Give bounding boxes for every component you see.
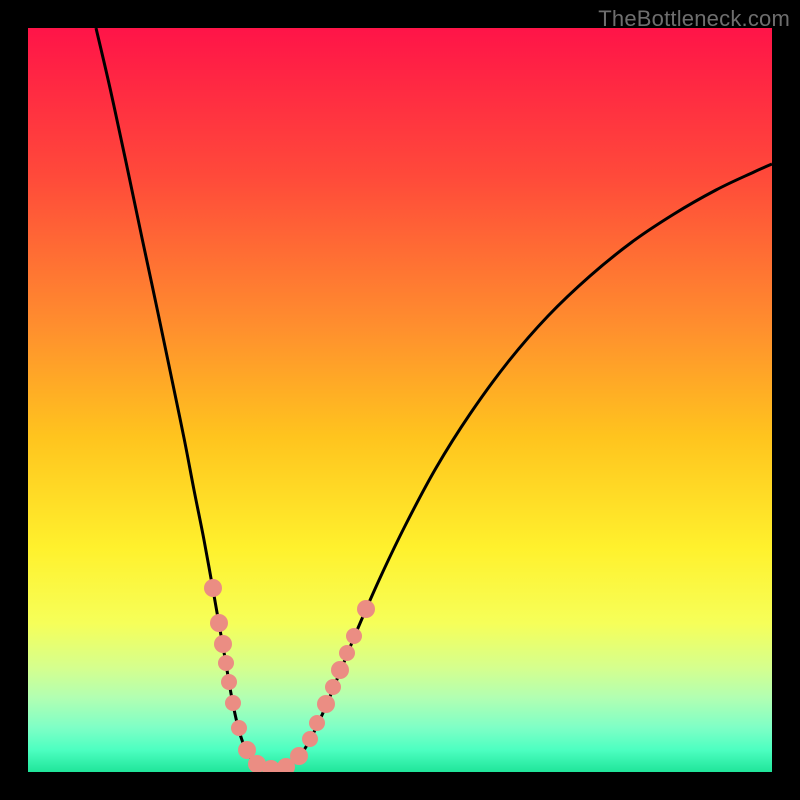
data-marker <box>225 695 241 711</box>
data-marker <box>231 720 247 736</box>
chart-svg <box>28 28 772 772</box>
data-marker <box>357 600 375 618</box>
data-marker <box>204 579 222 597</box>
plot-area <box>28 28 772 772</box>
data-marker <box>309 715 325 731</box>
gradient-background <box>28 28 772 772</box>
data-marker <box>339 645 355 661</box>
data-marker <box>346 628 362 644</box>
data-marker <box>221 674 237 690</box>
watermark-text: TheBottleneck.com <box>598 6 790 32</box>
data-marker <box>302 731 318 747</box>
data-marker <box>290 747 308 765</box>
data-marker <box>210 614 228 632</box>
data-marker <box>214 635 232 653</box>
data-marker <box>218 655 234 671</box>
data-marker <box>325 679 341 695</box>
data-marker <box>331 661 349 679</box>
data-marker <box>317 695 335 713</box>
chart-frame: TheBottleneck.com <box>0 0 800 800</box>
